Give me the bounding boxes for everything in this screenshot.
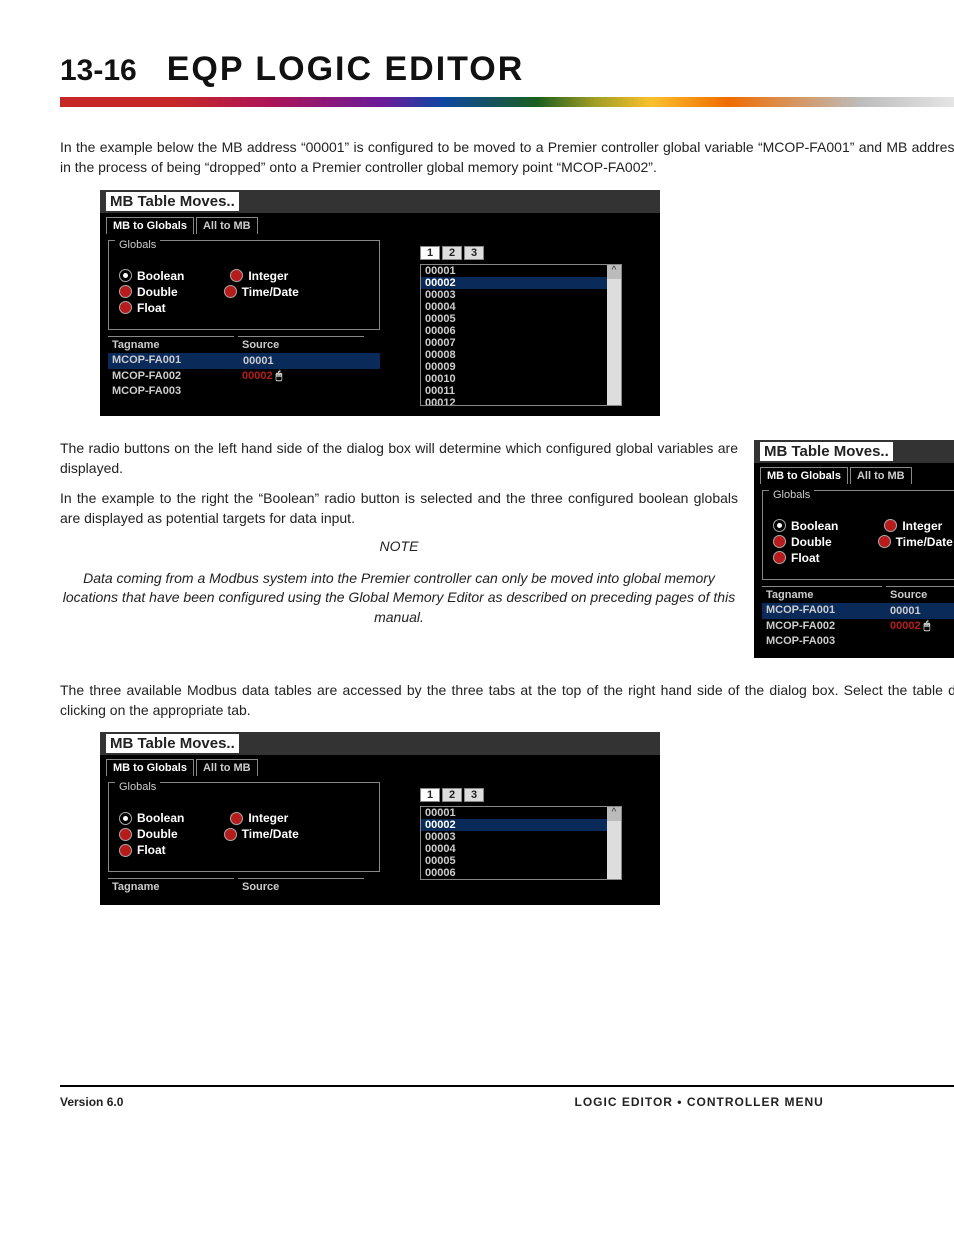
drag-value: 00002 [242, 370, 273, 382]
list-item[interactable]: 00001 [421, 807, 621, 819]
list-item[interactable]: 00003 [421, 289, 621, 301]
list-item[interactable]: 00003 [421, 831, 621, 843]
globals-group-label: Globals [115, 239, 160, 251]
screenshot-3: MB Table Moves.. MB to Globals All to MB… [100, 732, 660, 905]
radio-double[interactable]: Double [773, 535, 832, 549]
list-item[interactable]: 00002 [421, 277, 621, 289]
radio-timedate[interactable]: Time/Date [878, 535, 953, 549]
list-item[interactable]: 00009 [421, 361, 621, 373]
col-tagname: Tagname [108, 336, 234, 353]
radio-double[interactable]: Double [119, 827, 178, 841]
header-divider [60, 97, 954, 107]
screenshot-2: MB Table Moves.. MB to Globals All to MB… [754, 440, 954, 658]
list-item[interactable]: 00012 [421, 397, 621, 406]
radio-float[interactable]: Float [773, 551, 820, 565]
radio-float[interactable]: Float [119, 301, 166, 315]
list-item[interactable]: 00005 [421, 313, 621, 325]
address-list[interactable]: 00001 00002 00003 00004 00005 00006 ^ [420, 806, 622, 880]
scroll-up-icon[interactable]: ^ [607, 265, 621, 279]
tab-mb-to-globals[interactable]: MB to Globals [106, 217, 194, 234]
list-item[interactable]: 00007 [421, 337, 621, 349]
table-row[interactable]: MCOP-FA003 [762, 634, 954, 648]
list-item[interactable]: 00006 [421, 867, 621, 879]
scrollbar[interactable]: ^ [607, 265, 621, 405]
radio-timedate[interactable]: Time/Date [224, 285, 299, 299]
list-item[interactable]: 00004 [421, 301, 621, 313]
radio-boolean[interactable]: Boolean [119, 269, 184, 283]
list-item[interactable]: 00010 [421, 373, 621, 385]
number-tab-1[interactable]: 1 [420, 788, 440, 802]
radio-integer[interactable]: Integer [230, 811, 288, 825]
scrollbar[interactable]: ^ [607, 807, 621, 879]
tab-mb-to-globals[interactable]: MB to Globals [106, 759, 194, 776]
number-tab-3[interactable]: 3 [464, 246, 484, 260]
list-item[interactable]: 00005 [421, 855, 621, 867]
list-item[interactable]: 00004 [421, 843, 621, 855]
tab-all-to-mb[interactable]: All to MB [850, 467, 912, 484]
list-item[interactable]: 00001 [421, 265, 621, 277]
address-list[interactable]: 00001 00002 00003 00004 00005 00006 0000… [420, 264, 622, 406]
page-title: EQP LOGIC EDITOR [167, 50, 525, 89]
radio-integer[interactable]: Integer [884, 519, 942, 533]
list-item[interactable]: 00002 [421, 819, 621, 831]
tab-all-to-mb[interactable]: All to MB [196, 217, 258, 234]
table-row[interactable]: MCOP-FA00100001 [108, 353, 380, 369]
tab-mb-to-globals[interactable]: MB to Globals [760, 467, 848, 484]
radio-integer[interactable]: Integer [230, 269, 288, 283]
table-row[interactable]: MCOP-FA00100001 [762, 603, 954, 619]
number-tab-2[interactable]: 2 [442, 246, 462, 260]
paragraph-4: The three available Modbus data tables a… [60, 680, 954, 721]
screenshot-1: MB Table Moves.. MB to Globals All to MB… [100, 190, 660, 416]
table-row[interactable]: MCOP-FA00200002 🖱 [108, 369, 380, 384]
list-item[interactable]: 00011 [421, 385, 621, 397]
paragraph-3: In the example to the right the “Boolean… [60, 488, 738, 529]
scroll-up-icon[interactable]: ^ [607, 807, 621, 821]
note-heading: NOTE [60, 539, 738, 553]
table-row[interactable]: MCOP-FA00200002 🖱 [762, 619, 954, 634]
footer-version: Version 6.0 [60, 1095, 384, 1109]
page-number: 13-16 [60, 54, 137, 88]
paragraph-2: The radio buttons on the left hand side … [60, 438, 738, 479]
drag-cursor-icon: 🖱 [276, 370, 283, 382]
list-item[interactable]: 00008 [421, 349, 621, 361]
table-row[interactable]: MCOP-FA003 [108, 384, 380, 398]
dialog-title: MB Table Moves.. [106, 192, 239, 211]
number-tab-2[interactable]: 2 [442, 788, 462, 802]
number-tab-1[interactable]: 1 [420, 246, 440, 260]
note-body: Data coming from a Modbus system into th… [60, 569, 738, 628]
radio-float[interactable]: Float [119, 843, 166, 857]
drag-cursor-icon: 🖱 [924, 620, 931, 632]
paragraph-1: In the example below the MB address “000… [60, 137, 954, 178]
radio-boolean[interactable]: Boolean [773, 519, 838, 533]
radio-double[interactable]: Double [119, 285, 178, 299]
number-tab-3[interactable]: 3 [464, 788, 484, 802]
radio-timedate[interactable]: Time/Date [224, 827, 299, 841]
radio-boolean[interactable]: Boolean [119, 811, 184, 825]
col-source: Source [238, 336, 364, 353]
footer-section: LOGIC EDITOR • CONTROLLER MENU [384, 1095, 954, 1109]
list-item[interactable]: 00006 [421, 325, 621, 337]
tab-all-to-mb[interactable]: All to MB [196, 759, 258, 776]
